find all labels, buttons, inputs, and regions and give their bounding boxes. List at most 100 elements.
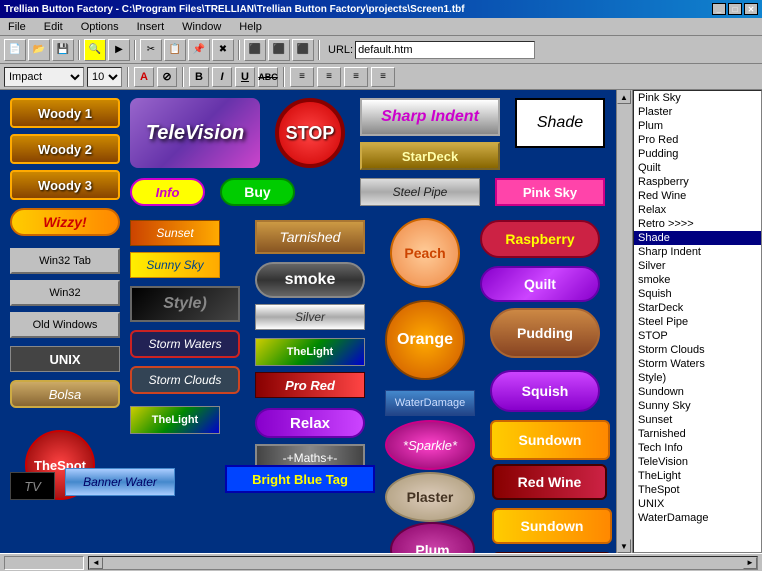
text-color-button[interactable]: A (134, 67, 154, 87)
pink-sky-button[interactable]: Pink Sky (495, 178, 605, 206)
list-item[interactable]: STOP (634, 329, 761, 343)
maximize-button[interactable]: □ (728, 3, 742, 15)
window-controls[interactable]: _ □ ✕ (712, 3, 758, 15)
win32-button[interactable]: Win32 (10, 280, 120, 306)
pro-red-button[interactable]: Pro Red (255, 372, 365, 398)
style-button[interactable]: Style) (130, 286, 240, 322)
list-item[interactable]: Relax (634, 203, 761, 217)
url-input[interactable] (355, 41, 535, 59)
smoke-button[interactable]: smoke (255, 262, 365, 298)
red-wine2-button[interactable]: Red Wine (492, 552, 612, 553)
stop-button[interactable]: STOP (275, 98, 345, 168)
thelight-button[interactable]: TheLight (255, 338, 365, 366)
banner-water-button[interactable]: Banner Water (65, 468, 175, 496)
tb-btn-3[interactable]: ⬛ (292, 39, 314, 61)
open-button[interactable]: 📂 (28, 39, 50, 61)
television-button[interactable]: TeleVision (130, 98, 260, 168)
relax-button[interactable]: Relax (255, 408, 365, 438)
cut-button[interactable]: ✂ (140, 39, 162, 61)
list-item[interactable]: TheLight (634, 469, 761, 483)
sunny-sky-button[interactable]: Sunny Sky (130, 252, 220, 278)
list-item[interactable]: Retro >>>> (634, 217, 761, 231)
old-windows-button[interactable]: Old Windows (10, 312, 120, 338)
water-damage-button[interactable]: WaterDamage (385, 390, 475, 416)
list-item[interactable]: Pudding (634, 147, 761, 161)
woody2-button[interactable]: Woody 2 (10, 134, 120, 164)
menu-window[interactable]: Window (178, 21, 225, 33)
info-button[interactable]: Info (130, 178, 205, 206)
delete-button[interactable]: ✖ (212, 39, 234, 61)
bright-blue-button[interactable]: Bright Blue Tag (225, 465, 375, 493)
plaster-button[interactable]: Plaster (385, 472, 475, 522)
align-justify-button[interactable]: ≡ (371, 67, 395, 87)
list-item[interactable]: Style) (634, 371, 761, 385)
pudding-button[interactable]: Pudding (490, 308, 600, 358)
list-item[interactable]: Pro Red (634, 133, 761, 147)
sundown-button[interactable]: Sundown (490, 420, 610, 460)
red-wine-button[interactable]: Red Wine (492, 464, 607, 500)
tb-btn-1[interactable]: ⬛ (244, 39, 266, 61)
size-select[interactable]: 10 (87, 67, 122, 87)
storm-waters-button[interactable]: Storm Waters (130, 330, 240, 358)
sundown2-button[interactable]: Sundown (492, 508, 612, 544)
style-list[interactable]: Pink SkyPlasterPlumPro RedPuddingQuiltRa… (633, 90, 762, 553)
align-center-button[interactable]: ≡ (317, 67, 341, 87)
steel-pipe-button[interactable]: Steel Pipe (360, 178, 480, 206)
bold-button[interactable]: B (189, 67, 209, 87)
squish-button[interactable]: Squish (490, 370, 600, 412)
another-button[interactable]: ▶ (108, 39, 130, 61)
font-select[interactable]: Impact (4, 67, 84, 87)
menu-file[interactable]: File (4, 21, 30, 33)
list-item[interactable]: Sunset (634, 413, 761, 427)
list-item[interactable]: Shade (634, 231, 761, 245)
menu-edit[interactable]: Edit (40, 21, 67, 33)
menu-help[interactable]: Help (235, 21, 266, 33)
win32tab-button[interactable]: Win32 Tab (10, 248, 120, 274)
list-item[interactable]: Tech Info (634, 441, 761, 455)
buy-button[interactable]: Buy (220, 178, 295, 206)
list-item[interactable]: Pink Sky (634, 91, 761, 105)
close-button[interactable]: ✕ (744, 3, 758, 15)
scroll-right[interactable]: ► (743, 557, 757, 569)
storm-clouds-button[interactable]: Storm Clouds (130, 366, 240, 394)
list-item[interactable]: Storm Clouds (634, 343, 761, 357)
quilt-button[interactable]: Quilt (480, 266, 600, 302)
scroll-left[interactable]: ◄ (89, 557, 103, 569)
align-right-button[interactable]: ≡ (344, 67, 368, 87)
bolsa-button[interactable]: Bolsa (10, 380, 120, 408)
list-item[interactable]: Quilt (634, 161, 761, 175)
tv-button[interactable]: TV (10, 472, 55, 500)
list-item[interactable]: Plaster (634, 105, 761, 119)
text-style-button[interactable]: ⊘ (157, 67, 177, 87)
new-button[interactable]: 📄 (4, 39, 26, 61)
list-item[interactable]: smoke (634, 273, 761, 287)
woody3-button[interactable]: Woody 3 (10, 170, 120, 200)
list-item[interactable]: Squish (634, 287, 761, 301)
list-item[interactable]: UNIX (634, 497, 761, 511)
italic-button[interactable]: I (212, 67, 232, 87)
align-left-button[interactable]: ≡ (290, 67, 314, 87)
strike-button[interactable]: ABC (258, 67, 278, 87)
copy-button[interactable]: 📋 (164, 39, 186, 61)
tb-btn-2[interactable]: ⬛ (268, 39, 290, 61)
menu-options[interactable]: Options (77, 21, 123, 33)
list-item[interactable]: Plum (634, 119, 761, 133)
woody1-button[interactable]: Woody 1 (10, 98, 120, 128)
list-item[interactable]: StarDeck (634, 301, 761, 315)
silver-button[interactable]: Silver (255, 304, 365, 330)
plum-button[interactable]: Plum (390, 522, 475, 553)
menu-insert[interactable]: Insert (133, 21, 169, 33)
shade-button[interactable]: Shade (515, 98, 605, 148)
save-button[interactable]: 💾 (52, 39, 74, 61)
sharp-indent-button[interactable]: Sharp Indent (360, 98, 500, 136)
list-item[interactable]: Sharp Indent (634, 245, 761, 259)
thelight2-button[interactable]: TheLight (130, 406, 220, 434)
list-item[interactable]: Sunny Sky (634, 399, 761, 413)
tarnished-button[interactable]: Tarnished (255, 220, 365, 254)
orange-button[interactable]: Orange (385, 300, 465, 380)
sparkle-button[interactable]: *Sparkle* (385, 420, 475, 470)
scroll-down[interactable]: ▼ (617, 539, 631, 553)
list-item[interactable]: WaterDamage (634, 511, 761, 525)
list-item[interactable]: Silver (634, 259, 761, 273)
horizontal-scrollbar[interactable]: ◄ ► (88, 556, 758, 570)
